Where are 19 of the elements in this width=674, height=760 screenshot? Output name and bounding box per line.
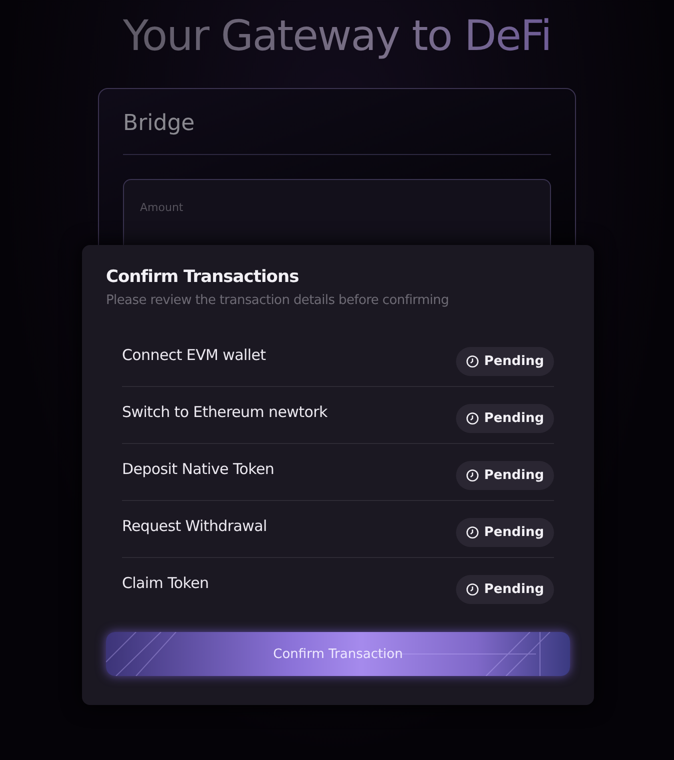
clock-icon (466, 582, 480, 596)
confirm-button[interactable]: Confirm Transaction (106, 632, 570, 676)
step-label: Claim Token (122, 574, 209, 592)
card-title: Bridge (123, 111, 196, 136)
clock-icon (466, 526, 480, 538)
step-label: Deposit Native Token (122, 460, 274, 478)
dialog-subtitle: Please review the transaction details before confirming (106, 293, 450, 308)
status-badge: Pending (456, 460, 554, 490)
status-badge: Pending (456, 518, 554, 546)
clock-icon (466, 412, 480, 424)
dialog-title: Confirm Transactions (106, 267, 300, 287)
clock-icon (466, 468, 480, 482)
step-label: Request Withdrawal (122, 517, 267, 535)
step-label: Connect EVM wallet (122, 346, 266, 364)
clock-icon (466, 354, 480, 368)
status-badge: Pending (456, 574, 554, 604)
step-label: Switch to Ethereum newtork (122, 403, 328, 421)
status-badge: Pending (456, 346, 554, 376)
status-badge: Pending (456, 404, 554, 432)
